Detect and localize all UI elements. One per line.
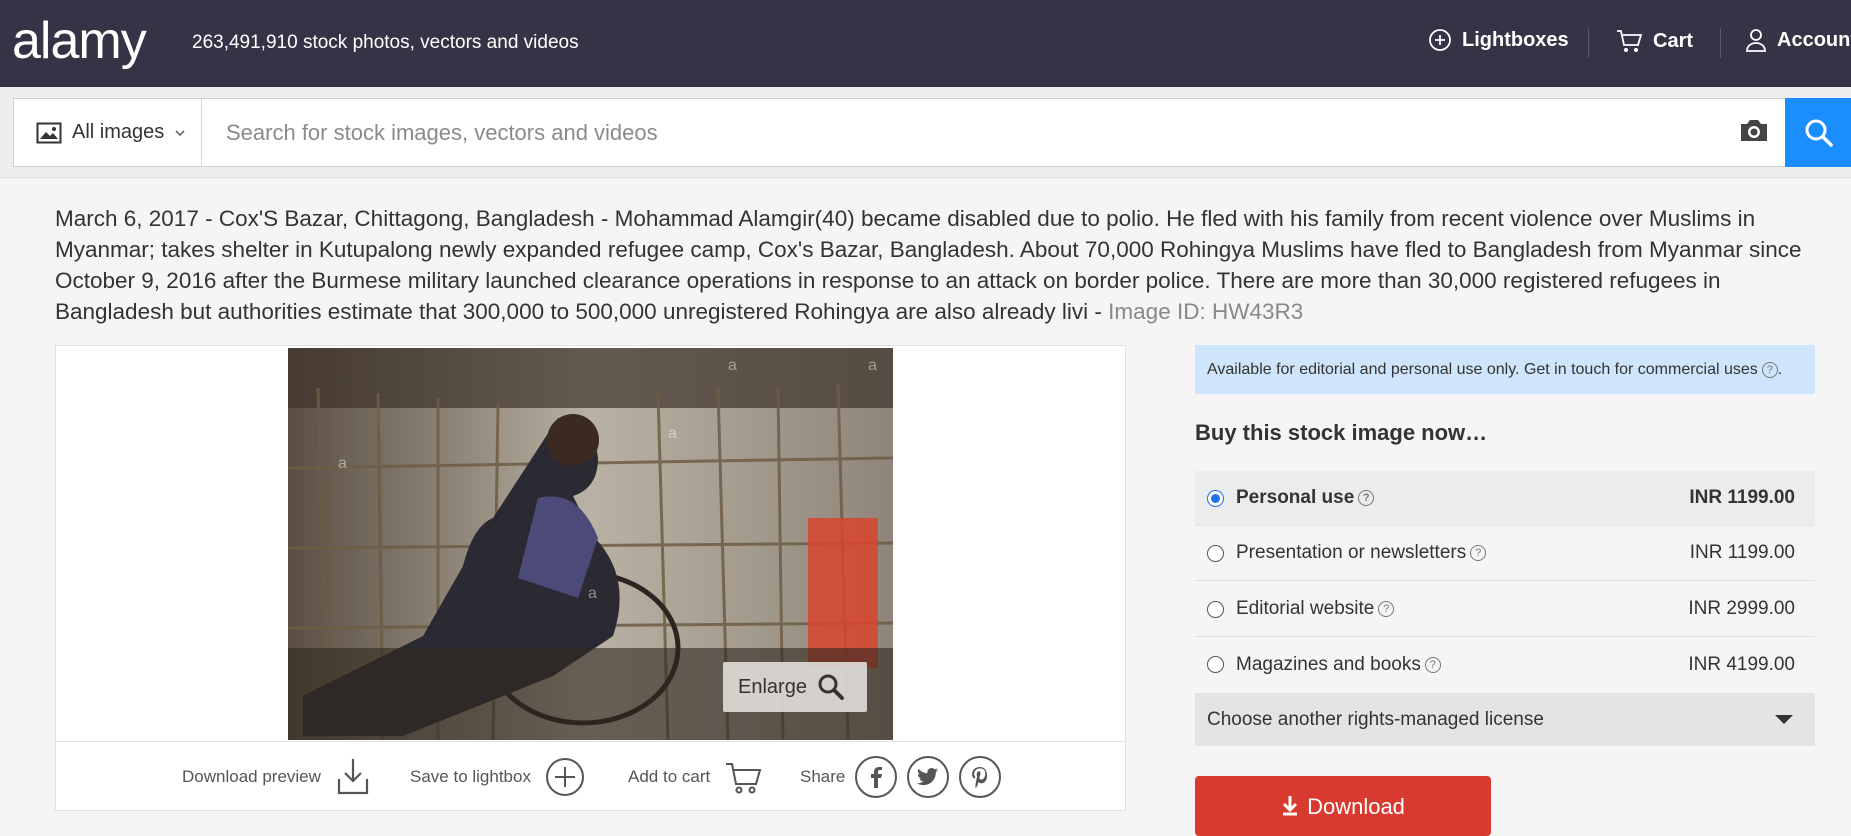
search-icon xyxy=(1805,119,1833,147)
buy-title: Buy this stock image now… xyxy=(1195,420,1488,445)
search-bar-area: All images xyxy=(0,87,1851,178)
radio-button[interactable] xyxy=(1207,600,1224,618)
save-to-lightbox-button[interactable]: Save to lightbox xyxy=(410,742,585,812)
help-icon[interactable]: ? xyxy=(1358,490,1375,506)
license-option-magazines[interactable]: Magazines and books ? INR 4199.00 xyxy=(1195,637,1815,692)
watermark: a xyxy=(728,357,737,374)
license-label: Personal use xyxy=(1236,487,1355,508)
tagline: 263,491,910 stock photos, vectors and vi… xyxy=(192,32,579,53)
nav-lightboxes[interactable]: Lightboxes xyxy=(1428,28,1569,52)
radio-button[interactable] xyxy=(1207,544,1224,562)
nav-cart-label: Cart xyxy=(1653,29,1694,52)
enlarge-button[interactable]: Enlarge xyxy=(723,662,867,712)
nav-divider xyxy=(1720,28,1721,58)
search-box: All images xyxy=(13,98,1851,167)
help-icon[interactable]: ? xyxy=(1761,361,1778,378)
twitter-icon[interactable] xyxy=(907,756,950,798)
watermark: a xyxy=(868,357,877,374)
chevron-down-icon xyxy=(175,129,185,136)
alamy-logo[interactable]: alamy xyxy=(12,10,147,72)
cart-icon xyxy=(1617,30,1643,52)
license-price: INR 2999.00 xyxy=(1688,598,1795,619)
nav-cart[interactable]: Cart xyxy=(1615,28,1693,54)
watermark: a xyxy=(668,425,677,442)
image-icon xyxy=(36,122,62,143)
license-select[interactable]: Choose another rights-managed license xyxy=(1195,693,1815,746)
watermark: a xyxy=(588,585,597,602)
image-type-label: All images xyxy=(72,121,165,143)
image-id: Image ID: HW43R3 xyxy=(1108,299,1304,324)
nav-account[interactable]: Account xyxy=(1745,28,1851,52)
license-price: INR 4199.00 xyxy=(1688,653,1795,675)
license-label: Magazines and books xyxy=(1236,653,1421,675)
license-select-label: Choose another rights-managed license xyxy=(1207,708,1544,730)
nav-divider xyxy=(1588,28,1589,58)
save-to-lightbox-label: Save to lightbox xyxy=(410,767,531,786)
license-price: INR 1199.00 xyxy=(1689,487,1795,508)
download-preview-label: Download preview xyxy=(182,767,321,786)
help-icon[interactable]: ? xyxy=(1424,656,1441,673)
license-price: INR 1199.00 xyxy=(1689,542,1795,563)
image-actions-bar: Download preview Save to lightbox Add to… xyxy=(56,741,1125,811)
license-option-editorial[interactable]: Editorial website ? INR 2999.00 xyxy=(1195,582,1815,637)
radio-button[interactable] xyxy=(1207,656,1224,673)
nav-lightboxes-label: Lightboxes xyxy=(1462,28,1569,51)
user-icon xyxy=(1746,29,1766,52)
license-label: Presentation or newsletters xyxy=(1236,542,1467,563)
usage-notice: Available for editorial and personal use… xyxy=(1195,345,1815,394)
share-group: Share xyxy=(800,742,1002,812)
plus-circle-icon xyxy=(1429,29,1451,51)
search-input[interactable] xyxy=(204,99,1744,166)
download-label: Download xyxy=(1307,794,1405,819)
license-option-presentation[interactable]: Presentation or newsletters ? INR 1199.0… xyxy=(1195,526,1815,581)
download-arrow-icon xyxy=(1283,796,1298,816)
add-to-cart-label: Add to cart xyxy=(628,767,711,786)
download-preview-button[interactable]: Download preview xyxy=(182,742,371,812)
radio-button[interactable] xyxy=(1207,489,1224,507)
image-type-dropdown[interactable]: All images xyxy=(14,99,202,166)
add-to-cart-button[interactable]: Add to cart xyxy=(628,742,762,812)
share-label: Share xyxy=(800,767,846,786)
description-text: March 6, 2017 - Cox'S Bazar, Chittagong,… xyxy=(55,206,1802,324)
image-description: March 6, 2017 - Cox'S Bazar, Chittagong,… xyxy=(55,203,1815,327)
cart-icon xyxy=(726,763,762,794)
search-button[interactable] xyxy=(1785,98,1851,167)
facebook-icon[interactable] xyxy=(855,756,898,798)
caret-down-icon xyxy=(1775,715,1793,724)
enlarge-label: Enlarge xyxy=(738,675,807,698)
download-icon xyxy=(337,759,369,795)
help-icon[interactable]: ? xyxy=(1378,601,1395,617)
watermark: a xyxy=(338,455,347,472)
camera-icon[interactable] xyxy=(1738,117,1770,150)
image-card: a a a a a Download preview Save to light… xyxy=(55,345,1126,811)
nav-account-label: Account xyxy=(1777,28,1851,51)
top-header: alamy 263,491,910 stock photos, vectors … xyxy=(0,0,1851,87)
usage-notice-text: Available for editorial and personal use… xyxy=(1207,360,1758,378)
plus-circle-icon xyxy=(545,758,584,796)
magnifier-icon xyxy=(818,674,844,700)
pinterest-icon[interactable] xyxy=(959,756,1002,798)
license-option-personal[interactable]: Personal use ? INR 1199.00 xyxy=(1195,471,1815,526)
license-label: Editorial website xyxy=(1236,598,1375,619)
help-icon[interactable]: ? xyxy=(1470,545,1487,561)
download-button[interactable]: Download xyxy=(1195,776,1491,836)
